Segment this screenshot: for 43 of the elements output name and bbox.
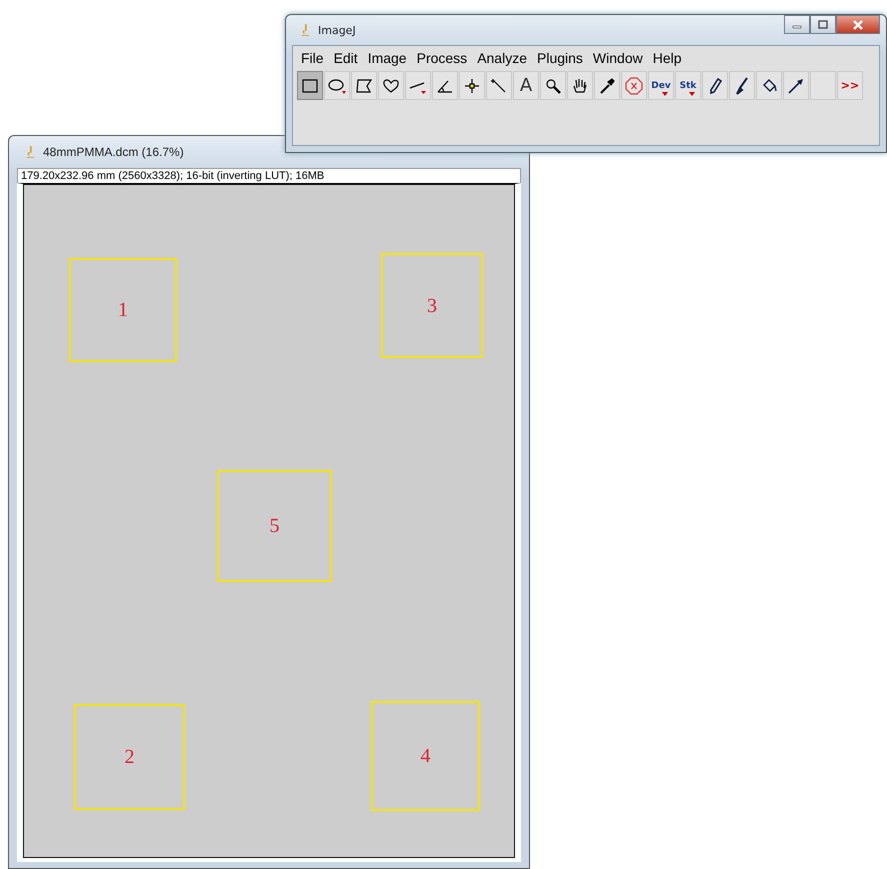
tool-button[interactable] bbox=[540, 71, 566, 100]
tool-button[interactable] bbox=[459, 71, 485, 100]
tool-button[interactable] bbox=[378, 71, 404, 100]
roi-label: 1 bbox=[117, 298, 129, 323]
window-title: ImageJ bbox=[318, 24, 356, 36]
roi-label: 4 bbox=[420, 744, 432, 769]
tool-button[interactable] bbox=[405, 71, 431, 100]
minimize-button[interactable] bbox=[784, 15, 810, 34]
microscope-icon bbox=[25, 145, 35, 159]
tool-button[interactable] bbox=[432, 71, 458, 100]
tool-button[interactable] bbox=[567, 71, 593, 100]
tool-button[interactable] bbox=[297, 71, 323, 100]
close-icon bbox=[852, 20, 864, 30]
tool-button[interactable] bbox=[594, 71, 620, 100]
tool-button[interactable] bbox=[324, 71, 350, 100]
roi-label: 5 bbox=[268, 514, 280, 539]
tool-button[interactable]: >> bbox=[837, 71, 863, 100]
maximize-icon bbox=[818, 20, 828, 29]
roi-label: 3 bbox=[426, 294, 438, 318]
microscope-icon bbox=[300, 23, 310, 37]
tool-button[interactable] bbox=[783, 71, 809, 100]
tool-button[interactable] bbox=[486, 71, 512, 100]
tool-button[interactable] bbox=[351, 71, 377, 100]
maximize-button[interactable] bbox=[810, 15, 836, 34]
menu-item[interactable]: Window bbox=[588, 48, 649, 68]
menu-item[interactable]: Process bbox=[412, 48, 474, 68]
tool-button[interactable]: Dev bbox=[648, 71, 674, 100]
image-info: 179.20x232.96 mm (2560x3328); 16-bit (inverting LUT); 16MB bbox=[17, 168, 521, 183]
tool-button[interactable] bbox=[729, 71, 755, 100]
menu-item[interactable]: Image bbox=[364, 48, 413, 68]
stop-icon bbox=[624, 76, 644, 96]
roi-label: 2 bbox=[124, 745, 136, 770]
tool-button[interactable]: Stk bbox=[675, 71, 701, 100]
tool-button[interactable] bbox=[756, 71, 782, 100]
close-button[interactable] bbox=[836, 15, 880, 34]
window-title: 48mmPMMA.dcm (16.7%) bbox=[43, 145, 184, 159]
menu-item[interactable]: Analyze bbox=[473, 48, 533, 68]
menu-item[interactable]: Help bbox=[648, 48, 688, 68]
tool-button[interactable]: A bbox=[513, 71, 539, 100]
menu-item[interactable]: File bbox=[297, 48, 330, 68]
menu-item[interactable]: Edit bbox=[330, 48, 364, 68]
tool-button[interactable] bbox=[702, 71, 728, 100]
menu-item[interactable]: Plugins bbox=[533, 48, 589, 68]
